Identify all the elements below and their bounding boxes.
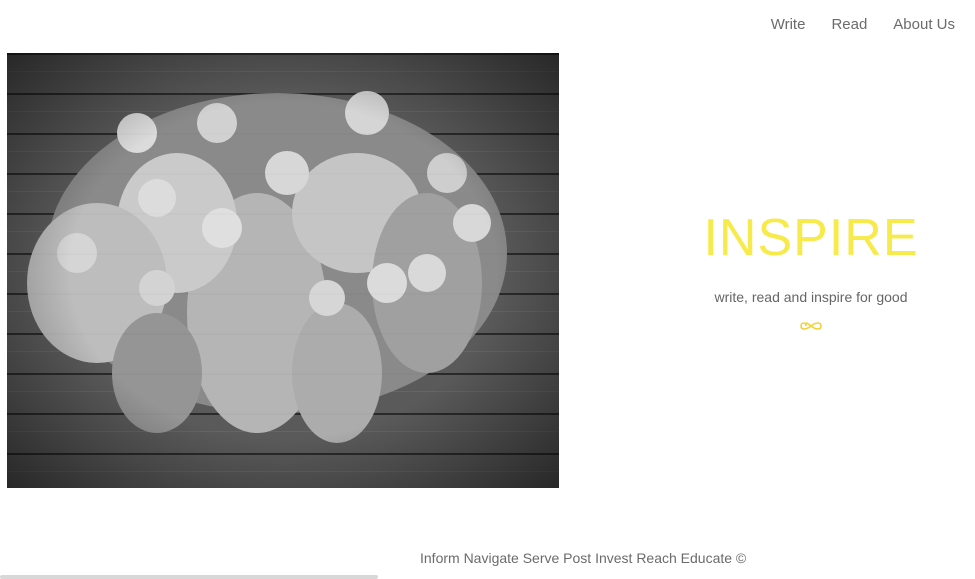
horizontal-scrollbar[interactable] <box>0 575 378 579</box>
hero-text: INSPIRE write, read and inspire for good <box>640 209 972 337</box>
hero-tagline: write, read and inspire for good <box>714 289 908 306</box>
footer-tagline: Inform Navigate Serve Post Invest Reach … <box>420 550 747 566</box>
nav-about-us-link[interactable]: About Us <box>893 16 955 33</box>
hero-title: INSPIRE <box>703 209 919 267</box>
hero-photo <box>7 53 559 488</box>
nav-write-link[interactable]: Write <box>771 16 806 33</box>
infinity-icon <box>790 319 822 331</box>
hero-photo-illustration <box>7 53 559 488</box>
page: Write Read About Us INSPIRE write, read … <box>0 0 975 579</box>
nav-read-link[interactable]: Read <box>831 16 867 33</box>
top-nav: Write Read About Us <box>745 16 955 33</box>
